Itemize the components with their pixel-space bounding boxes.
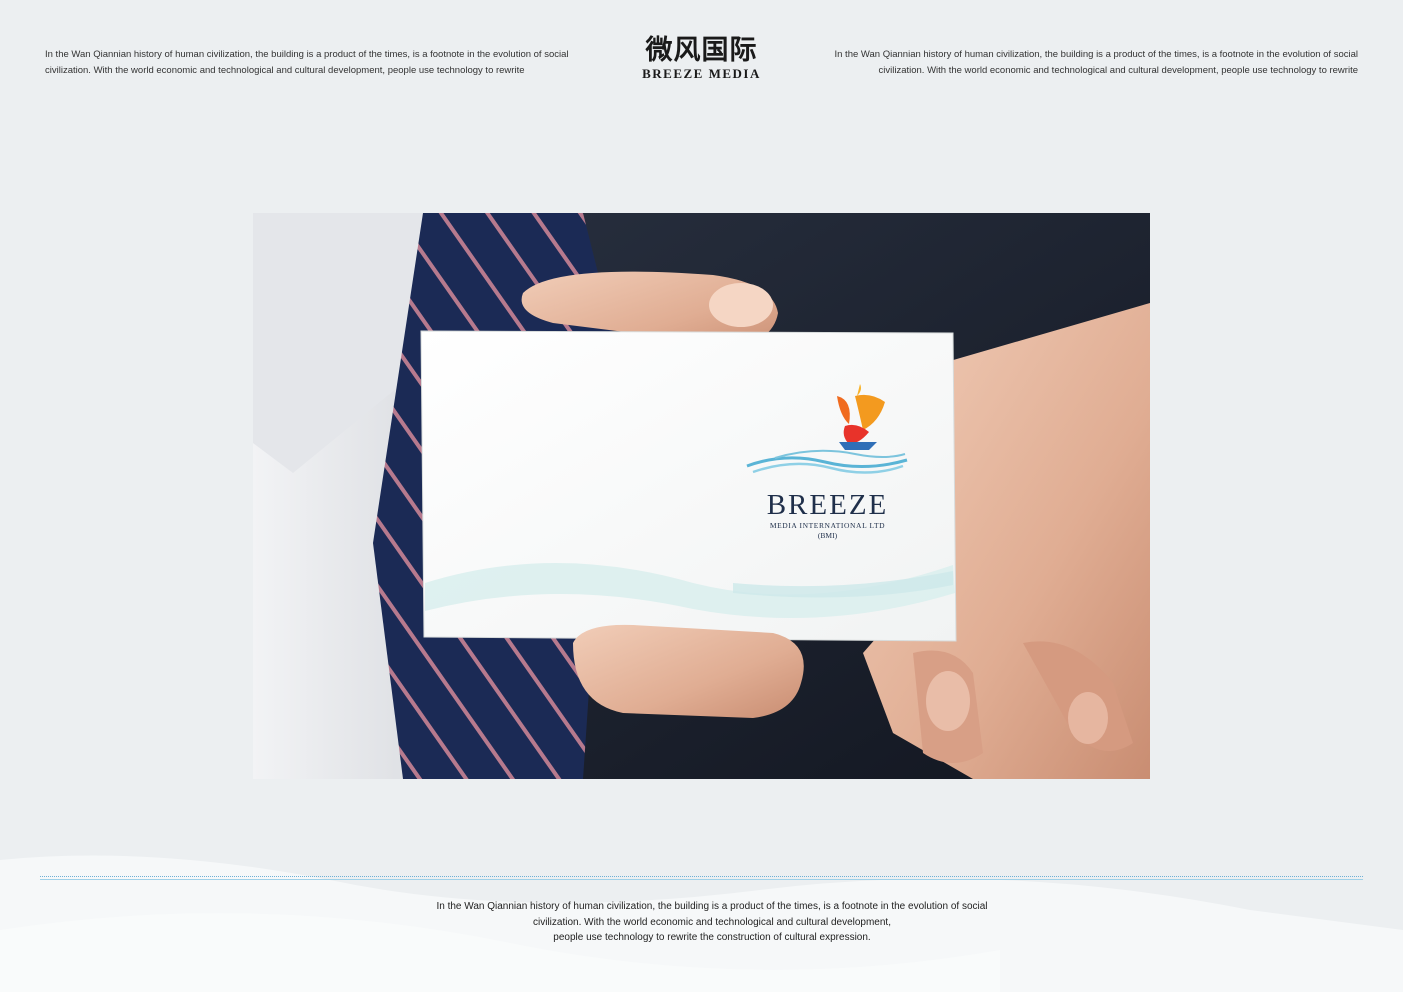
header-right-text: In the Wan Qiannian history of human civ… <box>834 49 1359 76</box>
card-brand-name: BREEZE <box>766 489 889 521</box>
card-brand: BREEZE MEDIA INTERNATIONAL LTD (BMI) <box>745 490 910 541</box>
sailboat-waves-logo-icon <box>746 384 908 474</box>
footer-line-1: In the Wan Qiannian history of human civ… <box>436 901 988 912</box>
footer-divider <box>40 876 1363 880</box>
footer-text: In the Wan Qiannian history of human civ… <box>380 899 1044 946</box>
brand-title-cn: 微风国际 <box>645 35 758 66</box>
brand-title-en: BREEZE MEDIA <box>642 66 761 81</box>
card-logo <box>745 382 910 482</box>
business-card-photo <box>253 213 1150 779</box>
photo-illustration <box>253 213 1150 779</box>
header-brand: 微风国际 BREEZE MEDIA <box>600 35 803 82</box>
footer-line-2: civilization. With the world economic an… <box>533 916 891 928</box>
card-brand-abbr: (BMI) <box>817 531 838 540</box>
card-brand-subtitle: MEDIA INTERNATIONAL LTD <box>769 521 886 530</box>
footer-line-3: people use technology to rewrite the con… <box>553 932 871 943</box>
header-left-text: In the Wan Qiannian history of human civ… <box>45 49 569 76</box>
